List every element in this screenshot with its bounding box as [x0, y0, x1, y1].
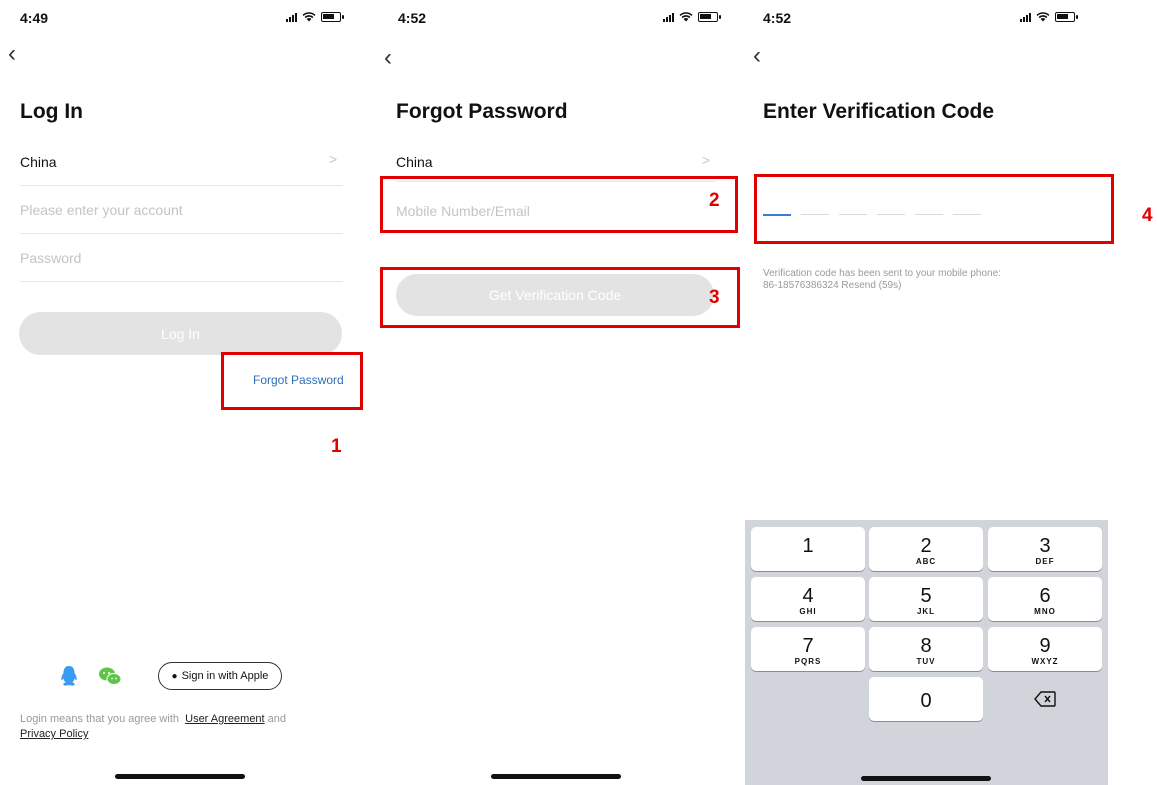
password-input[interactable]: Password — [20, 234, 343, 282]
verification-code-screen: 4:52 ‹ Enter Verification Code 4 Verific… — [745, 0, 1157, 785]
key-8[interactable]: 8 TUV — [869, 627, 983, 671]
back-chevron-icon[interactable]: ‹ — [753, 42, 777, 70]
battery-icon — [321, 12, 344, 22]
apple-logo-icon: ● — [171, 670, 178, 682]
annotation-box-2 — [380, 176, 738, 233]
status-bar: 4:52 — [372, 10, 742, 30]
back-chevron-icon[interactable]: ‹ — [384, 44, 408, 72]
wifi-icon — [302, 12, 316, 22]
annotation-box-3 — [380, 267, 740, 328]
key-9[interactable]: 9 WXYZ — [988, 627, 1102, 671]
code-sent-message: Verification code has been sent to your … — [763, 268, 1083, 292]
battery-icon — [1055, 12, 1078, 22]
country-selector[interactable]: China > — [20, 138, 343, 186]
annotation-box-1 — [221, 352, 363, 410]
account-placeholder: Please enter your account — [20, 201, 183, 218]
qq-icon[interactable] — [60, 665, 78, 687]
home-indicator — [861, 776, 991, 781]
wifi-icon — [1036, 12, 1050, 22]
page-title: Forgot Password — [396, 100, 568, 123]
status-bar: 4:52 — [745, 10, 1157, 30]
login-button[interactable]: Log In — [19, 312, 342, 355]
key-4[interactable]: 4 GHI — [751, 577, 865, 621]
key-2[interactable]: 2 ABC — [869, 527, 983, 571]
login-screen: 4:49 ‹ Log In China > Please enter your … — [0, 0, 365, 785]
key-0[interactable]: 0 — [869, 677, 983, 721]
wifi-icon — [679, 12, 693, 22]
cellular-signal-icon — [1020, 12, 1031, 22]
key-7[interactable]: 7 PQRS — [751, 627, 865, 671]
country-label: China — [396, 153, 433, 170]
status-time: 4:49 — [20, 10, 49, 26]
delete-key[interactable] — [988, 677, 1102, 721]
key-6[interactable]: 6 MNO — [988, 577, 1102, 621]
key-3[interactable]: 3 DEF — [988, 527, 1102, 571]
status-bar: 4:49 — [0, 10, 365, 30]
chevron-right-icon: > — [701, 152, 710, 168]
page-title: Log In — [20, 100, 83, 123]
home-indicator — [115, 774, 245, 779]
forgot-password-screen: 4:52 ‹ Forgot Password China > Mobile Nu… — [372, 0, 742, 785]
key-1[interactable]: 1 — [751, 527, 865, 571]
backspace-icon — [1034, 691, 1056, 707]
annotation-number-2: 2 — [709, 190, 720, 211]
country-label: China — [20, 153, 57, 170]
password-placeholder: Password — [20, 249, 82, 266]
status-time: 4:52 — [398, 10, 427, 26]
resend-info[interactable]: 86-18576386324 Resend (59s) — [763, 280, 1083, 292]
status-time: 4:52 — [763, 10, 792, 26]
sign-in-with-apple-button[interactable]: ● Sign in with Apple — [158, 662, 282, 690]
key-5[interactable]: 5 JKL — [869, 577, 983, 621]
annotation-number-4: 4 — [1142, 205, 1153, 226]
annotation-number-1: 1 — [331, 436, 342, 457]
social-login-row: ● Sign in with Apple — [60, 662, 282, 690]
privacy-policy-link[interactable]: Privacy Policy — [20, 728, 88, 740]
cellular-signal-icon — [663, 12, 674, 22]
legal-notice: Login means that you agree with User Agr… — [20, 713, 287, 740]
page-title: Enter Verification Code — [763, 100, 995, 123]
annotation-number-3: 3 — [709, 287, 720, 308]
apple-button-label: Sign in with Apple — [181, 670, 269, 682]
home-indicator — [491, 774, 621, 779]
numeric-keypad: 1 2 ABC 3 DEF 4 GHI 5 JKL 6 MNO 7 PQRS 8 TUV 9W… — [745, 520, 1108, 785]
chevron-right-icon: > — [328, 151, 337, 167]
battery-icon — [698, 12, 721, 22]
back-chevron-icon[interactable]: ‹ — [8, 40, 32, 68]
cellular-signal-icon — [286, 12, 297, 22]
user-agreement-link[interactable]: User Agreement — [185, 713, 264, 725]
account-input[interactable]: Please enter your account — [20, 186, 343, 234]
annotation-box-4 — [754, 174, 1114, 244]
wechat-icon[interactable] — [98, 666, 122, 686]
